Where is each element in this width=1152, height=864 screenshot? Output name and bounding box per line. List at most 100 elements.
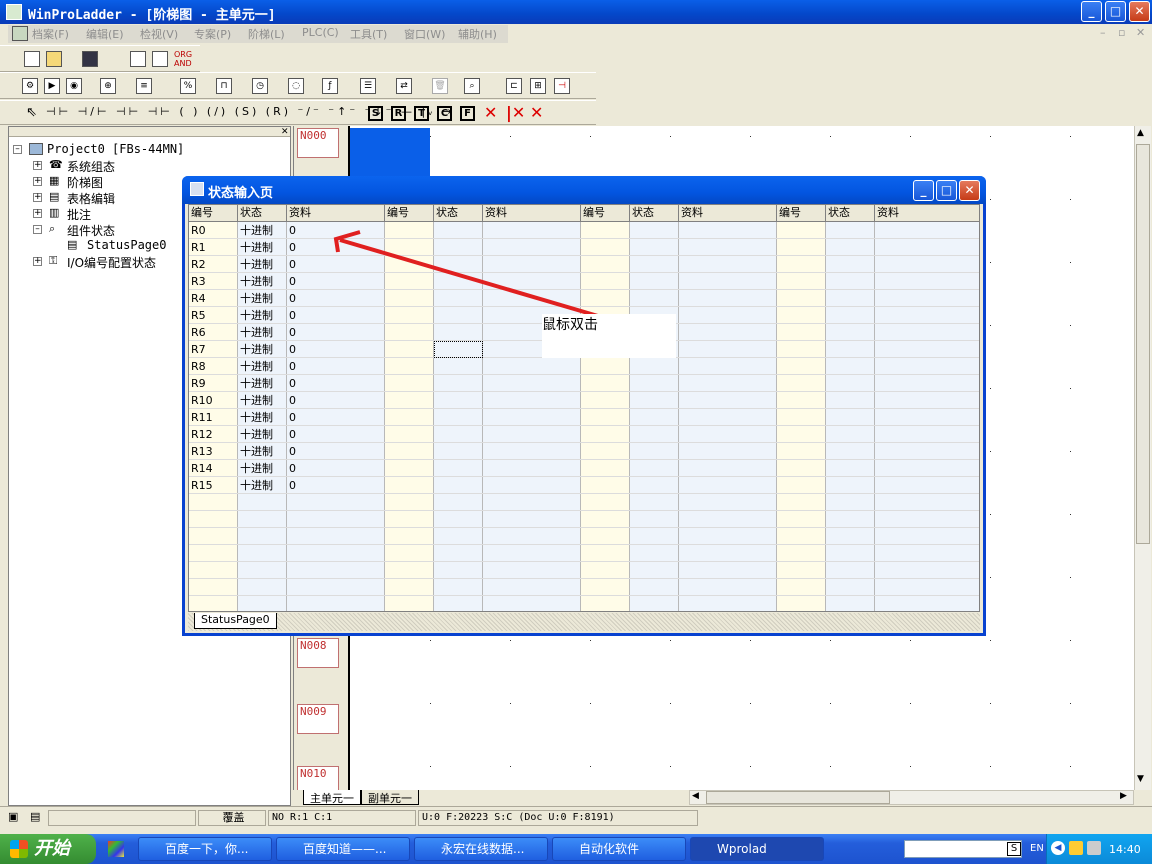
table-cell[interactable] xyxy=(826,290,875,307)
task-baidu-zhidao[interactable]: 百度知道——... xyxy=(276,837,410,861)
table-cell[interactable] xyxy=(826,511,875,528)
table-cell[interactable] xyxy=(777,273,826,290)
table-cell[interactable] xyxy=(434,290,483,307)
table-cell[interactable] xyxy=(287,579,385,596)
table-cell[interactable] xyxy=(434,528,483,545)
pointer-icon[interactable]: ⇖ xyxy=(26,105,37,120)
row-value[interactable]: 0 xyxy=(287,290,385,307)
row-id[interactable]: R7 xyxy=(189,341,238,358)
row-value[interactable]: 0 xyxy=(287,256,385,273)
tree-expand-icon[interactable]: + xyxy=(33,257,42,266)
table-cell[interactable] xyxy=(483,460,581,477)
app-icon[interactable] xyxy=(6,4,22,20)
table-cell[interactable] xyxy=(581,494,630,511)
table-cell[interactable] xyxy=(875,290,979,307)
delete-icon[interactable]: ✕ xyxy=(484,103,497,122)
table-cell[interactable] xyxy=(581,290,630,307)
row-value[interactable]: 0 xyxy=(287,358,385,375)
compare-icon[interactable]: ⇄ xyxy=(396,78,412,94)
table-cell[interactable] xyxy=(238,528,287,545)
menu-window[interactable]: 窗口(W) xyxy=(404,26,445,42)
row-state[interactable]: 十进制 xyxy=(238,290,287,307)
table-cell[interactable] xyxy=(189,545,238,562)
table-cell[interactable] xyxy=(826,273,875,290)
table-cell[interactable] xyxy=(581,443,630,460)
task-automation-folder[interactable]: 自动化软件 xyxy=(552,837,686,861)
grid-icon[interactable]: ⊞ xyxy=(530,78,546,94)
tree-panel-grip[interactable] xyxy=(9,127,290,137)
tree-item-system-config[interactable]: 系统组态 xyxy=(67,158,115,175)
table-cell[interactable] xyxy=(826,324,875,341)
row-id[interactable]: R12 xyxy=(189,426,238,443)
network-label[interactable]: N000 xyxy=(297,128,339,158)
table-cell[interactable] xyxy=(483,579,581,596)
find-icon[interactable]: ⌕ xyxy=(464,78,480,94)
table-cell[interactable] xyxy=(581,460,630,477)
table-cell[interactable] xyxy=(287,494,385,511)
column-header[interactable]: 编号 xyxy=(189,205,238,222)
table-cell[interactable] xyxy=(679,528,777,545)
table-cell[interactable] xyxy=(875,443,979,460)
table-cell[interactable] xyxy=(434,375,483,392)
tree-expand-icon[interactable]: + xyxy=(33,193,42,202)
table-cell[interactable] xyxy=(826,477,875,494)
row-state[interactable]: 十进制 xyxy=(238,426,287,443)
tree-collapse-icon[interactable]: – xyxy=(13,145,22,154)
row-value[interactable]: 0 xyxy=(287,341,385,358)
table-cell[interactable] xyxy=(385,392,434,409)
table-cell[interactable] xyxy=(777,409,826,426)
table-cell[interactable] xyxy=(826,494,875,511)
table-cell[interactable] xyxy=(189,596,238,611)
reset-icon[interactable]: R xyxy=(391,106,406,121)
row-state[interactable]: 十进制 xyxy=(238,409,287,426)
table-cell[interactable] xyxy=(581,392,630,409)
table-cell[interactable] xyxy=(679,324,777,341)
table-cell[interactable] xyxy=(581,596,630,611)
table-cell[interactable] xyxy=(679,375,777,392)
row-state[interactable]: 十进制 xyxy=(238,392,287,409)
row-id[interactable]: R9 xyxy=(189,375,238,392)
table-cell[interactable] xyxy=(581,409,630,426)
table-cell[interactable] xyxy=(581,528,630,545)
tray-app-icon[interactable] xyxy=(1069,841,1083,855)
table-cell[interactable] xyxy=(679,477,777,494)
scroll-up-icon[interactable]: ▲ xyxy=(1137,128,1144,138)
row-state[interactable]: 十进制 xyxy=(238,273,287,290)
table-cell[interactable] xyxy=(679,239,777,256)
table-cell[interactable] xyxy=(679,341,777,358)
row-value[interactable]: 0 xyxy=(287,375,385,392)
table-cell[interactable] xyxy=(777,239,826,256)
table-cell[interactable] xyxy=(385,596,434,611)
mdi-close-icon[interactable]: ✕ xyxy=(1136,26,1145,39)
set-icon[interactable]: S xyxy=(368,106,383,121)
table-cell[interactable] xyxy=(238,511,287,528)
row-id[interactable]: R13 xyxy=(189,443,238,460)
table-cell[interactable] xyxy=(434,392,483,409)
scroll-left-icon[interactable]: ◀ xyxy=(692,791,699,801)
function-block-icon[interactable]: F xyxy=(460,106,475,121)
plc-connect-icon[interactable]: ⚙ xyxy=(22,78,38,94)
tree-root[interactable]: Project0 [FBs-44MN] xyxy=(47,142,184,156)
table-cell[interactable] xyxy=(581,426,630,443)
table-cell[interactable] xyxy=(826,307,875,324)
table-cell[interactable] xyxy=(581,477,630,494)
scroll-down-icon[interactable]: ▼ xyxy=(1137,774,1144,784)
list-icon[interactable]: ☰ xyxy=(360,78,376,94)
table-cell[interactable] xyxy=(483,409,581,426)
vertical-scrollbar[interactable]: ▲ ▼ xyxy=(1134,126,1151,790)
scroll-right-icon[interactable]: ▶ xyxy=(1120,791,1127,801)
monitor-icon[interactable]: ◉ xyxy=(66,78,82,94)
plc-run-icon[interactable]: ▶ xyxy=(44,78,60,94)
table-cell[interactable] xyxy=(630,222,679,239)
table-cell[interactable] xyxy=(287,596,385,611)
timer-block-icon[interactable]: T xyxy=(414,106,429,121)
task-fatek-online[interactable]: 永宏在线数据... xyxy=(414,837,548,861)
tree-expand-icon[interactable]: + xyxy=(33,161,42,170)
row-value[interactable]: 0 xyxy=(287,307,385,324)
network-icon[interactable] xyxy=(1087,841,1101,855)
table-cell[interactable] xyxy=(826,409,875,426)
sheet-tab-sub[interactable]: 副单元一 xyxy=(361,790,419,805)
counter-icon[interactable]: ◌ xyxy=(288,78,304,94)
table-cell[interactable] xyxy=(238,494,287,511)
table-cell[interactable] xyxy=(679,273,777,290)
